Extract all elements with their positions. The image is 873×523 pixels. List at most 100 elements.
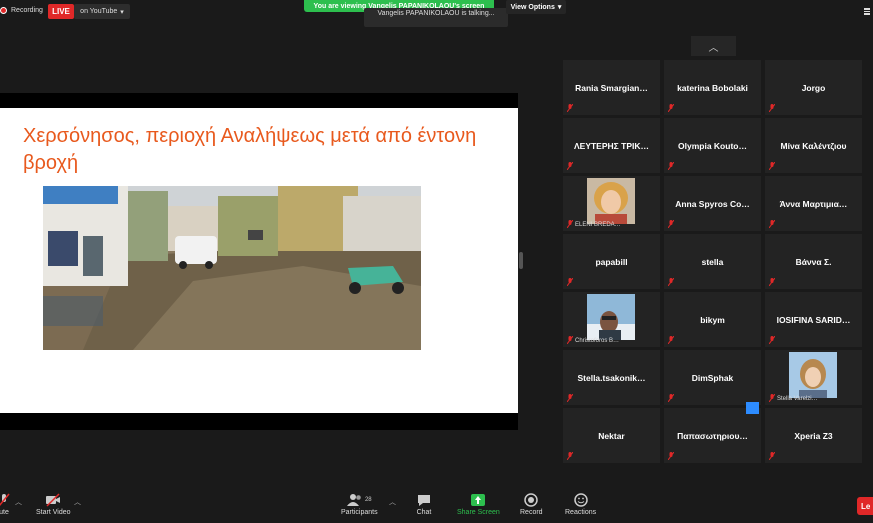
- mic-muted-icon: [567, 336, 573, 344]
- slide-title: Χερσόνησος, περιοχή Αναλήψεως μετά από έ…: [23, 125, 477, 174]
- participant-name: Olympia Kouto…: [678, 140, 747, 151]
- share-screen-icon: [471, 494, 486, 506]
- mic-muted-icon: [567, 220, 573, 228]
- participant-tile[interactable]: bikym: [664, 292, 761, 347]
- mic-muted-icon: [668, 336, 674, 344]
- participant-tile[interactable]: Anna Spyros Co…: [664, 176, 761, 231]
- participant-tile[interactable]: Άννα Μαρτιμια…: [765, 176, 862, 231]
- participants-button[interactable]: 28 Participants: [341, 493, 378, 516]
- participant-tile[interactable]: stella: [664, 234, 761, 289]
- participants-options-caret[interactable]: ︿: [389, 497, 396, 507]
- mic-muted-icon: [567, 162, 573, 170]
- participant-tile[interactable]: katerina Bobolaki: [664, 60, 761, 115]
- participant-tile[interactable]: Stella.tsakonik…: [563, 350, 660, 405]
- youtube-stream-menu[interactable]: on YouTube ▾: [74, 4, 130, 19]
- talking-indicator: Vangelis PAPANIKOLAOU is talking...: [364, 8, 508, 27]
- mic-muted-icon: [769, 394, 775, 402]
- mic-muted-icon: [567, 452, 573, 460]
- mic-muted-icon: [769, 336, 775, 344]
- recording-label: Recording: [11, 7, 43, 14]
- video-off-icon: [46, 493, 61, 507]
- mic-muted-icon: [769, 278, 775, 286]
- participant-name: Jorgo: [801, 82, 826, 93]
- participant-tile[interactable]: Stella Varelzi…: [765, 350, 862, 405]
- participant-name: Anna Spyros Co…: [675, 198, 750, 209]
- participant-name: IOSIFINA SARID…: [776, 314, 851, 325]
- top-bar: Recording LIVE on YouTube ▾ You are view…: [0, 0, 873, 27]
- chat-label: Chat: [416, 509, 432, 516]
- view-options-button[interactable]: View Options ▾: [506, 0, 566, 14]
- participants-icon: [346, 494, 361, 506]
- mute-options-caret[interactable]: ︿: [15, 497, 22, 507]
- mic-muted-icon: [567, 104, 573, 112]
- recording-dot-icon: [0, 7, 7, 14]
- mic-muted-icon: [668, 278, 674, 286]
- leave-button[interactable]: Le: [857, 497, 873, 515]
- chat-button[interactable]: Chat: [416, 493, 432, 516]
- view-options-label: View Options: [510, 3, 555, 11]
- participant-tile[interactable]: Xperia Z3: [765, 408, 862, 463]
- mic-muted-icon: [668, 162, 674, 170]
- participant-video: [789, 352, 837, 398]
- record-button[interactable]: Record: [520, 493, 543, 516]
- presentation-slide: Χερσόνησος, περιοχή Αναλήψεως μετά από έ…: [0, 108, 518, 413]
- mic-muted-icon: [668, 394, 674, 402]
- participant-tile[interactable]: Christoforos B…: [563, 292, 660, 347]
- mic-muted-icon: [668, 104, 674, 112]
- resize-handle[interactable]: [519, 252, 523, 269]
- recording-indicator[interactable]: Recording: [0, 7, 43, 14]
- participant-name: stella: [701, 256, 724, 267]
- participant-name: Christoforos B…: [575, 338, 620, 344]
- start-video-button[interactable]: Start Video: [36, 493, 71, 516]
- participant-tile[interactable]: Παπασωτηριου…: [664, 402, 761, 463]
- mic-muted-icon: [769, 162, 775, 170]
- reactions-icon: [573, 493, 588, 507]
- mic-muted-icon: [567, 394, 573, 402]
- participant-tile[interactable]: Nektar: [563, 408, 660, 463]
- participant-name: katerina Bobolaki: [677, 82, 748, 93]
- participant-name: Nektar: [598, 430, 625, 441]
- scroll-up-button[interactable]: ︿: [691, 36, 736, 56]
- participant-tile[interactable]: IOSIFINA SARID…: [765, 292, 862, 347]
- participant-name: DimSphak: [691, 372, 734, 383]
- chevron-down-icon: ▾: [120, 8, 124, 16]
- mic-muted-icon: [668, 452, 674, 460]
- shared-screen: Χερσόνησος, περιοχή Αναλήψεως μετά από έ…: [0, 93, 518, 430]
- participant-name: Rania Smargian…: [575, 82, 648, 93]
- participant-tile[interactable]: ΛΕΥΤΕΡΗΣ ΤΡΙΚ…: [563, 118, 660, 173]
- participants-count: 28: [364, 497, 372, 503]
- participant-name: Stella Varelzi…: [777, 396, 818, 402]
- participant-tile[interactable]: papabill: [563, 234, 660, 289]
- mute-button[interactable]: ute: [0, 493, 12, 516]
- chevron-down-icon: ▾: [557, 4, 562, 11]
- share-screen-button[interactable]: Share Screen: [457, 493, 500, 516]
- participants-label: Participants: [341, 509, 378, 516]
- stream-label: on YouTube: [80, 8, 118, 15]
- participant-name: papabill: [595, 256, 628, 267]
- participant-tile[interactable]: Olympia Kouto…: [664, 118, 761, 173]
- record-icon: [524, 493, 539, 507]
- chat-icon: [418, 495, 430, 506]
- participant-tile[interactable]: Μίνα Καλέντζιου: [765, 118, 862, 173]
- participant-tile[interactable]: DimSphak: [664, 350, 761, 405]
- participant-name: ΛΕΥΤΕΡΗΣ ΤΡΙΚ…: [573, 140, 649, 151]
- video-options-caret[interactable]: ︿: [74, 497, 81, 507]
- participant-name: Stella.tsakonik…: [577, 372, 646, 383]
- live-badge[interactable]: LIVE: [48, 4, 74, 19]
- share-screen-label: Share Screen: [457, 509, 500, 516]
- participant-tile[interactable]: Rania Smargian…: [563, 60, 660, 115]
- mic-muted-icon: [769, 452, 775, 460]
- more-menu-icon[interactable]: [864, 8, 872, 16]
- participant-tile[interactable]: Jorgo: [765, 60, 862, 115]
- mic-muted-icon: [769, 220, 775, 228]
- reactions-button[interactable]: Reactions: [565, 493, 596, 516]
- mic-muted-icon: [769, 104, 775, 112]
- participant-tile[interactable]: ELENI BREDA…: [563, 176, 660, 231]
- mute-label: ute: [0, 509, 9, 516]
- flooded-street-photo: [43, 186, 421, 350]
- mic-muted-icon: [668, 220, 674, 228]
- mic-muted-icon: [0, 493, 10, 506]
- reactions-label: Reactions: [565, 509, 597, 516]
- participant-tile[interactable]: Βάννα Σ.: [765, 234, 862, 289]
- participant-name: bikym: [700, 314, 725, 325]
